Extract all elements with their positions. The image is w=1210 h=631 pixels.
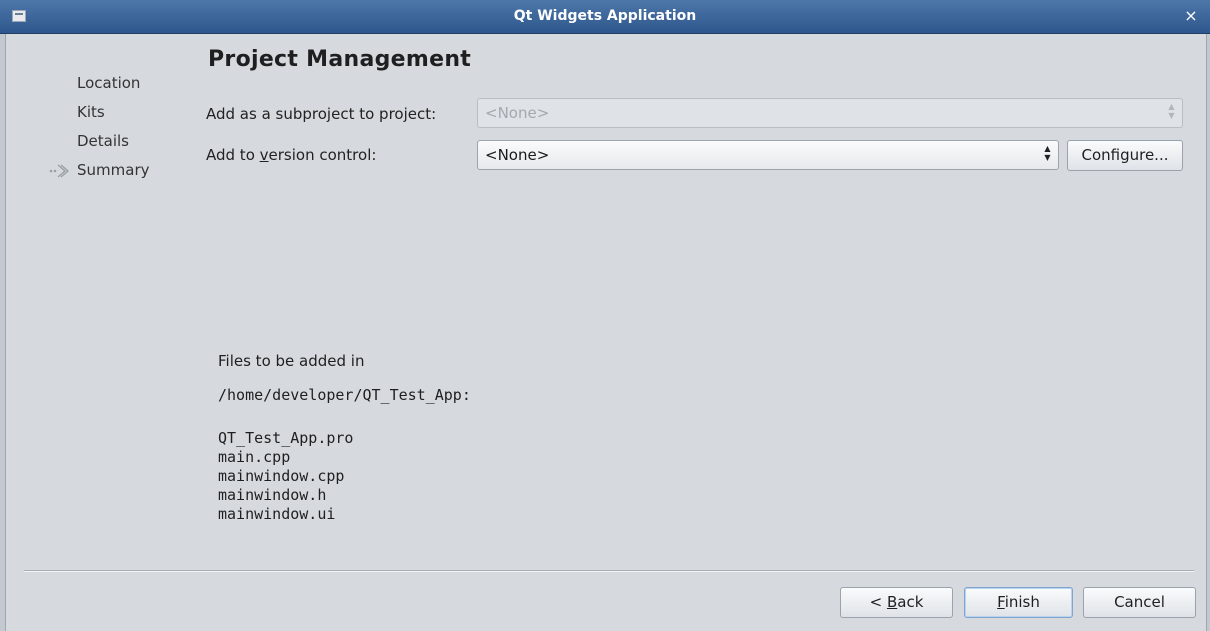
subproject-combo-value: <None> [485, 104, 550, 122]
close-icon[interactable]: × [1182, 7, 1200, 25]
current-step-arrow-icon [48, 162, 72, 180]
version-control-combo[interactable]: <None> ▲ ▼ [477, 140, 1059, 170]
configure-button[interactable]: Configure... [1067, 140, 1183, 171]
subproject-label: Add as a subproject to project: [206, 105, 437, 123]
file-list: QT_Test_App.pro main.cpp mainwindow.cpp … [218, 429, 353, 524]
title-bar: Qt Widgets Application × [0, 0, 1210, 34]
button-separator [24, 570, 1194, 572]
window-frame-right [1206, 34, 1210, 631]
version-control-combo-value: <None> [485, 146, 550, 164]
version-control-label: Add to version control: [206, 146, 377, 164]
list-item: mainwindow.ui [218, 505, 336, 523]
files-intro-text: Files to be added in [218, 352, 365, 370]
window-frame-left [0, 34, 6, 631]
page-title: Project Management [208, 47, 472, 72]
wizard-step-location: Location [77, 74, 141, 92]
wizard-step-details: Details [77, 132, 130, 150]
combo-spinner-icon: ▲ ▼ [1168, 102, 1175, 120]
cancel-button[interactable]: Cancel [1083, 587, 1196, 618]
files-target-path: /home/developer/QT_Test_App: [218, 386, 471, 404]
list-item: main.cpp [218, 448, 291, 466]
back-button[interactable]: < Back [840, 587, 953, 618]
finish-button[interactable]: Finish [964, 587, 1073, 618]
combo-spinner-icon: ▲ ▼ [1044, 144, 1051, 162]
list-item: mainwindow.cpp [218, 467, 345, 485]
window-title: Qt Widgets Application [513, 8, 697, 24]
list-item: QT_Test_App.pro [218, 429, 354, 447]
wizard-step-kits: Kits [77, 103, 105, 121]
subproject-combo: <None> ▲ ▼ [477, 98, 1183, 128]
list-item: mainwindow.h [218, 486, 327, 504]
wizard-step-summary: Summary [77, 161, 150, 179]
